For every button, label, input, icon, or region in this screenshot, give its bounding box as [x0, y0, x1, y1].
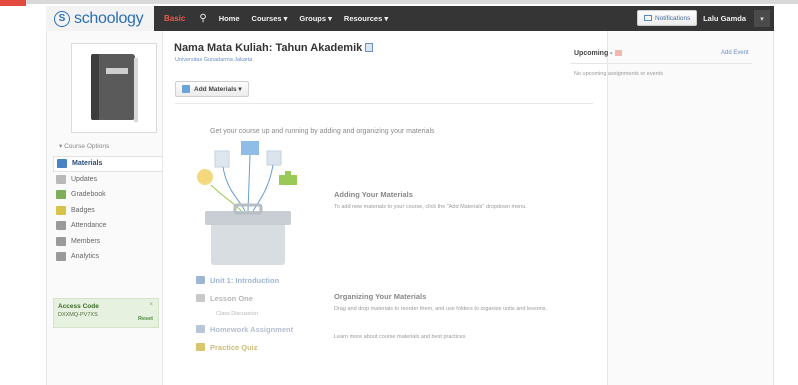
sidebar-item-members[interactable]: Members	[53, 234, 162, 250]
sample-materials-outline: Unit 1: Introduction Lesson One Class Di…	[196, 271, 293, 356]
adding-materials-heading: Adding Your Materials	[334, 190, 413, 199]
outline-item-label: Lesson One	[210, 293, 253, 303]
outline-item-label: Homework Assignment	[210, 324, 294, 334]
page-title: Nama Mata Kuliah: Tahun Akademik	[174, 42, 374, 54]
upcoming-label: Upcoming -	[574, 50, 613, 57]
sidebar-item-gradebook[interactable]: Gradebook	[53, 187, 162, 203]
sidebar-item-attendance[interactable]: Attendance	[53, 218, 162, 234]
toolbar-divider	[175, 103, 593, 104]
materials-icon	[57, 159, 67, 169]
sidebar-item-updates[interactable]: Updates	[53, 172, 162, 188]
course-subtitle-link[interactable]: Universitas Gunadarma Jakarta	[175, 57, 252, 63]
toolbox-illustration	[197, 141, 297, 265]
course-menu: Materials Updates Gradebook Badges Atten…	[53, 156, 162, 265]
course-title-text: Nama Mata Kuliah: Tahun Akademik	[174, 42, 363, 54]
members-icon	[56, 236, 66, 246]
outline-item-label: Practice Quiz	[210, 342, 258, 352]
page-icon	[196, 294, 205, 302]
main-nav: Basic ⚲ Home Courses ▾ Groups ▾ Resource…	[154, 6, 394, 31]
outline-item-homework: Homework Assignment	[196, 320, 293, 338]
outline-item-lesson: Lesson One	[196, 289, 293, 307]
assignment-icon	[196, 325, 205, 333]
nav-courses[interactable]: Courses ▾	[246, 14, 294, 23]
search-icon[interactable]: ⚲	[193, 13, 212, 24]
sidebar-item-label: Materials	[72, 160, 103, 168]
sidebar-item-label: Members	[71, 237, 101, 245]
empty-state-heading: Get your course up and running by adding…	[210, 128, 435, 135]
outline-item-label: Unit 1: Introduction	[210, 275, 280, 285]
analytics-icon	[56, 252, 66, 262]
sidebar-item-label: Badges	[71, 206, 95, 214]
schoology-logo[interactable]: S schoology	[46, 6, 154, 31]
learn-more-text: Learn more about course materials and be…	[334, 334, 466, 340]
outline-item-discussion: Class Discussion	[216, 310, 258, 317]
user-name[interactable]: Lalu Gamda	[693, 14, 754, 23]
attendance-icon	[56, 221, 66, 231]
access-code-box: Access Code DXXMQ-PV7XS × Reset	[53, 298, 159, 328]
outline-item-unit: Unit 1: Introduction	[196, 271, 293, 289]
schoology-logo-icon: S	[54, 10, 70, 27]
add-materials-button[interactable]: Add Materials ▾	[175, 81, 249, 97]
quiz-icon	[196, 343, 205, 351]
page-frame: ▾ Course Options Materials Updates Grade…	[46, 31, 774, 385]
course-picture[interactable]	[71, 43, 157, 133]
sidebar-item-badges[interactable]: Badges	[53, 203, 162, 219]
notification-icon	[644, 15, 652, 21]
sidebar-item-label: Attendance	[71, 222, 107, 230]
access-code-title: Access Code	[58, 303, 99, 310]
sidebar-item-label: Gradebook	[71, 191, 106, 199]
add-materials-label: Add Materials ▾	[194, 86, 242, 93]
add-materials-icon	[182, 85, 190, 93]
gradebook-icon	[56, 190, 66, 200]
calendar-icon	[614, 50, 622, 56]
sidebar-item-label: Updates	[71, 175, 98, 183]
browser-strip	[0, 0, 798, 4]
badges-icon	[56, 205, 66, 215]
course-materials-main: Nama Mata Kuliah: Tahun Akademik Univers…	[162, 31, 608, 385]
organizing-materials-heading: Organizing Your Materials	[334, 292, 427, 301]
upcoming-heading: Upcoming -	[574, 50, 622, 57]
nav-home[interactable]: Home	[213, 14, 246, 23]
folder-icon	[196, 276, 205, 284]
schoology-logo-text: schoology	[74, 9, 144, 27]
course-options-toggle[interactable]: ▾ Course Options	[59, 142, 109, 150]
add-event-link[interactable]: Add Event	[721, 50, 749, 56]
close-icon[interactable]: ×	[149, 302, 153, 308]
adding-materials-description: To add new materials to your course, cli…	[334, 204, 527, 210]
sidebar-item-materials[interactable]: Materials	[53, 156, 162, 172]
notifications-button[interactable]: Notifications	[637, 10, 698, 26]
user-menu-caret[interactable]: ▾	[754, 10, 770, 27]
nav-basic-label[interactable]: Basic	[154, 14, 193, 23]
edit-title-icon[interactable]	[365, 43, 374, 52]
updates-icon	[56, 174, 66, 184]
corner-mark	[0, 0, 26, 6]
nav-groups[interactable]: Groups ▾	[293, 14, 338, 23]
sidebar-item-label: Analytics	[71, 253, 100, 261]
notifications-label: Notifications	[655, 14, 691, 22]
course-sidebar: ▾ Course Options Materials Updates Grade…	[47, 31, 162, 385]
upcoming-empty-message: No upcoming assignments or events	[574, 71, 663, 77]
sidebar-item-analytics[interactable]: Analytics	[53, 249, 162, 265]
upcoming-divider	[570, 63, 752, 64]
organizing-materials-description: Drag and drop materials to reorder them,…	[334, 306, 548, 312]
access-code-reset-link[interactable]: Reset	[138, 316, 153, 322]
nav-resources[interactable]: Resources ▾	[338, 14, 394, 23]
book-icon	[91, 54, 138, 122]
outline-item-quiz: Practice Quiz	[196, 338, 293, 356]
